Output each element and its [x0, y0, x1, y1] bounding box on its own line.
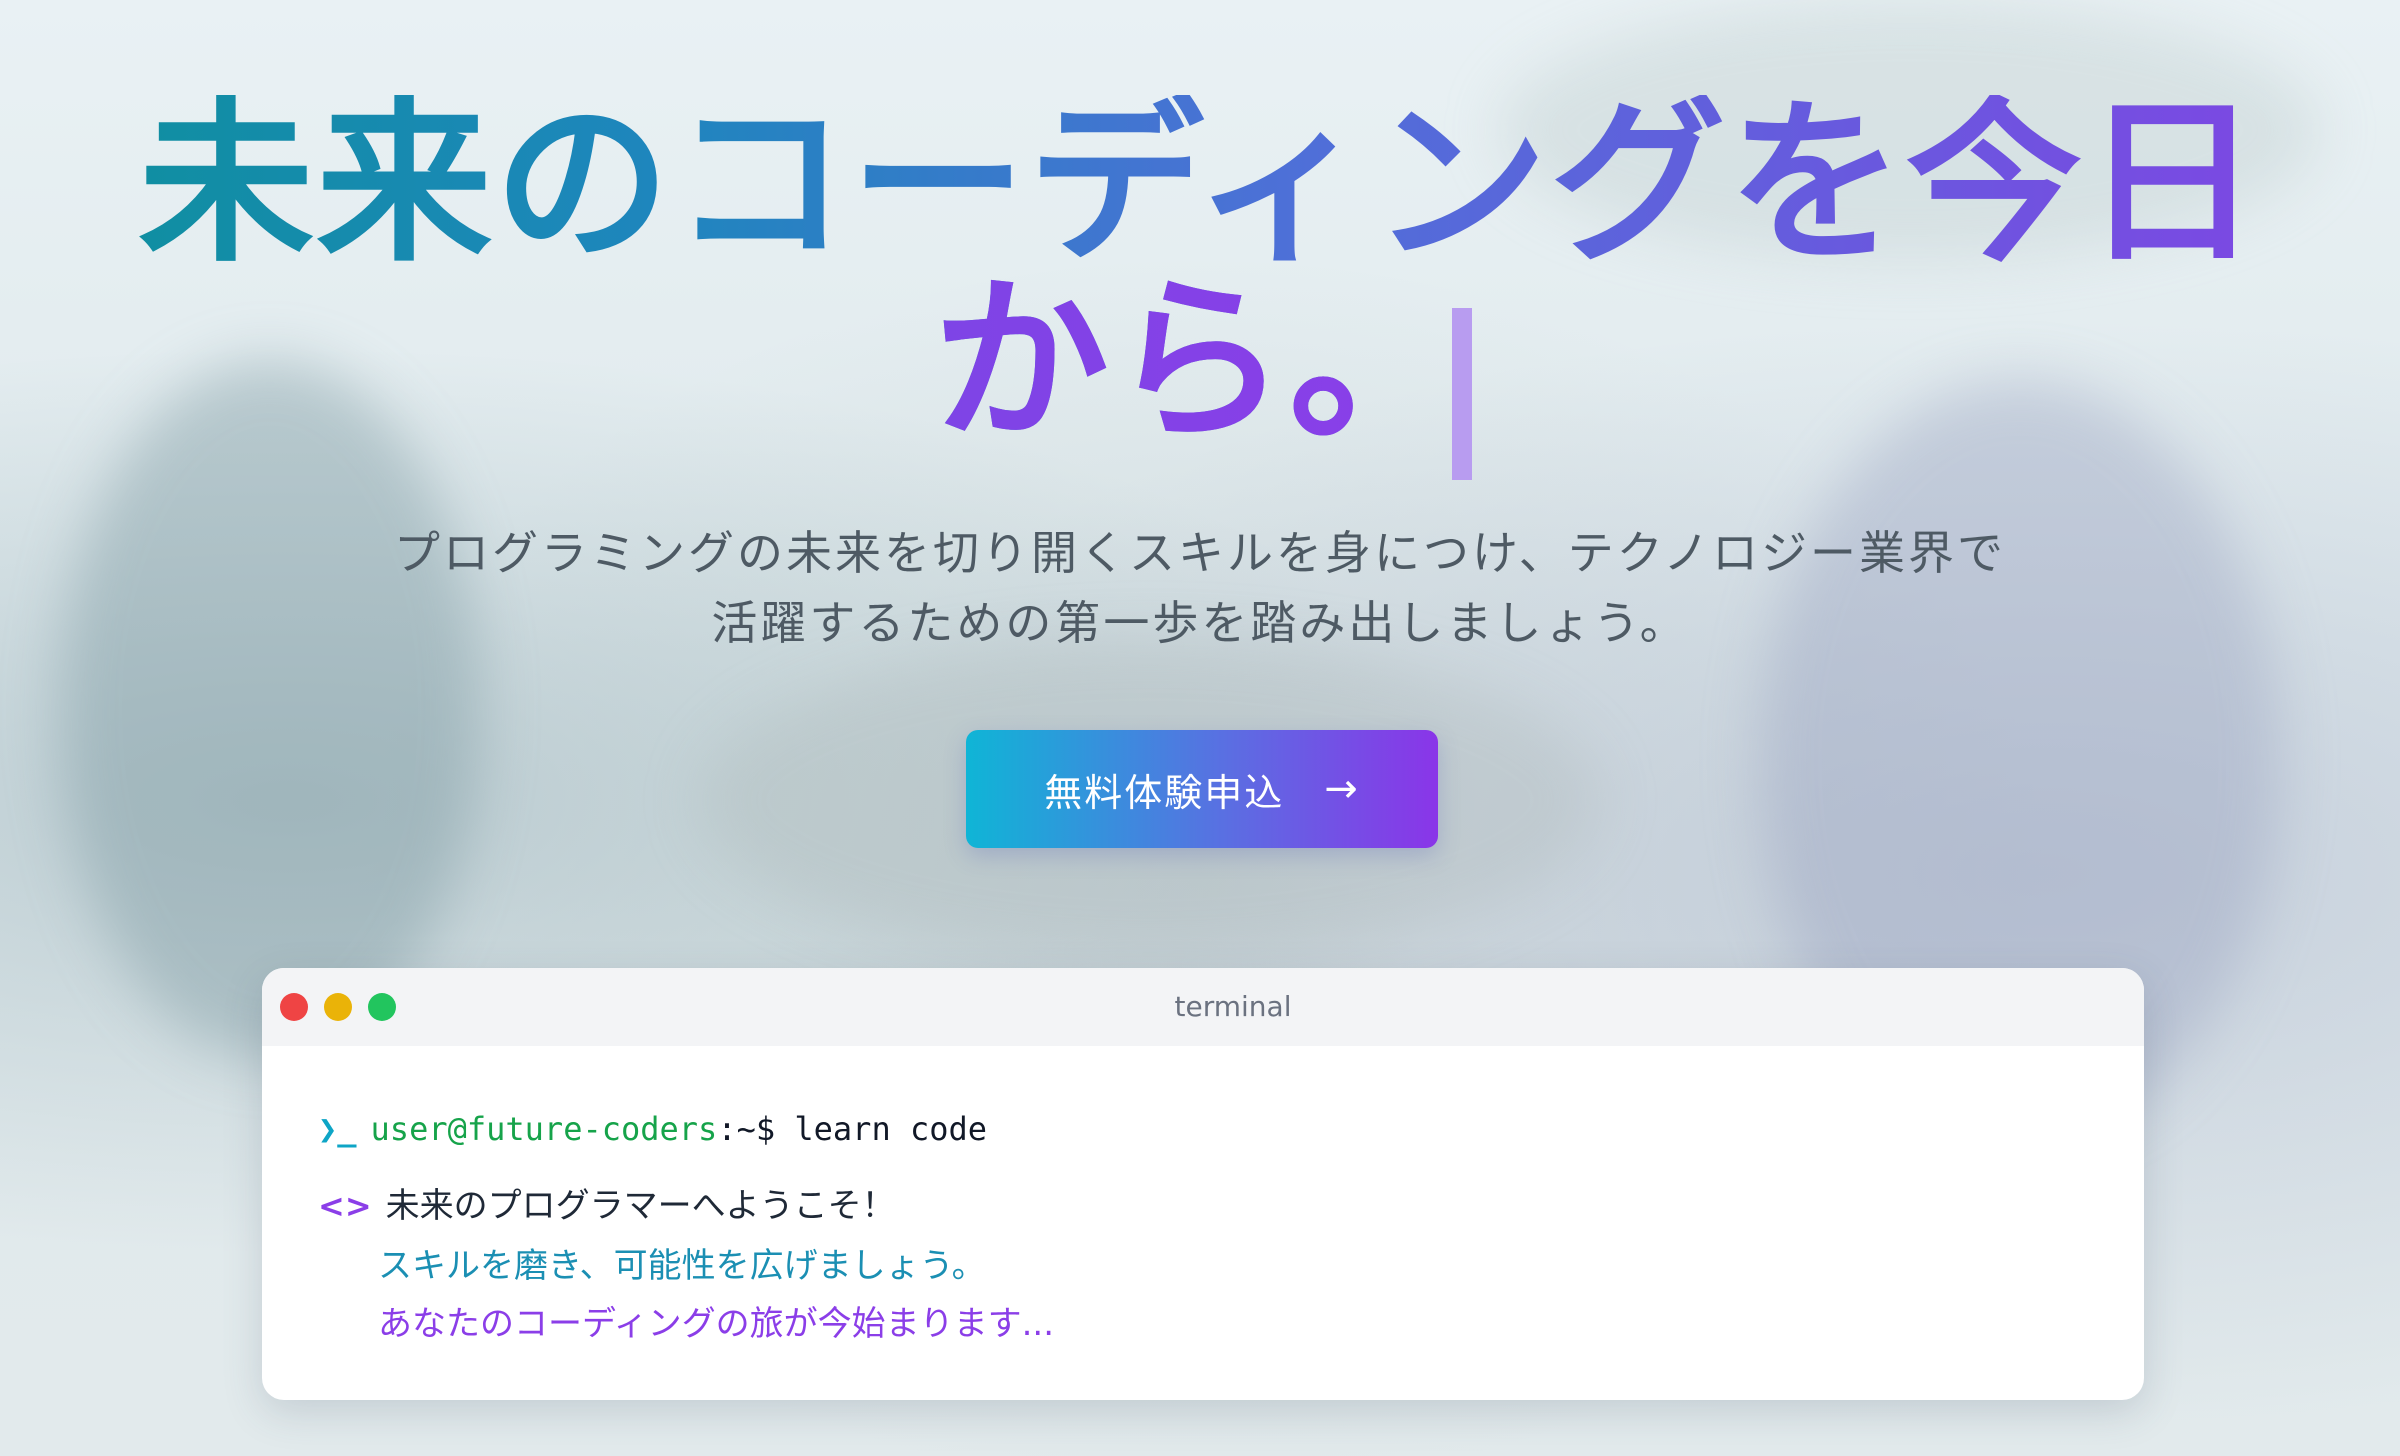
terminal-command: learn code — [794, 1110, 988, 1148]
hero-title-line1: 未来のコーディングを今日 — [138, 81, 2262, 286]
terminal-title-bar: terminal — [262, 968, 2144, 1046]
typing-caret — [1452, 308, 1472, 480]
terminal-prompt-icon: ❯_ — [318, 1110, 357, 1148]
hero-title-line2: から。 — [932, 259, 1467, 464]
terminal-title: terminal — [1174, 990, 1292, 1023]
terminal-output-text-1: 未来のプログラマーへようこそ！ — [385, 1186, 896, 1226]
terminal-prompt-separator: :~$ — [717, 1110, 776, 1148]
hero-subtitle-line2: 活躍するための第一歩を踏み出しましょう。 — [711, 596, 1689, 650]
hero-subtitle-line1: プログラミングの未来を切り開くスキルを身につけ、テクノロジー業界で — [394, 526, 2006, 580]
terminal-output-line-3: あなたのコーディングの旅が今始まります... — [378, 1304, 1055, 1344]
landing-page: 未来のコーディングを今日 から。 プログラミングの未来を切り開くスキルを身につけ、… — [0, 0, 2400, 1456]
terminal-output-line-2: スキルを磨き、可能性を広げましょう。 — [378, 1246, 986, 1286]
terminal-body: ❯_ user@future-coders:~$ learn code <> 未来の… — [262, 1046, 2144, 1400]
terminal-prompt-line: ❯_ user@future-coders:~$ learn code — [318, 1110, 987, 1148]
terminal-prompt-user: user@future-coders — [370, 1110, 718, 1148]
background-blur-left — [60, 360, 480, 1060]
terminal-window: terminal ❯_ user@future-coders:~$ learn c… — [262, 968, 2144, 1400]
code-brackets-icon: <> — [318, 1187, 372, 1225]
free-trial-button[interactable]: 無料体験申込 → — [966, 730, 1438, 848]
hero-title: 未来のコーディングを今日 から。 — [100, 95, 2300, 451]
arrow-right-icon: → — [1324, 766, 1360, 812]
terminal-output-line-1: <> 未来のプログラマーへようこそ！ — [318, 1178, 896, 1227]
free-trial-button-label: 無料体験申込 — [1044, 770, 1285, 815]
hero-subtitle: プログラミングの未来を切り開くスキルを身につけ、テクノロジー業界で 活躍するための… — [300, 518, 2100, 658]
